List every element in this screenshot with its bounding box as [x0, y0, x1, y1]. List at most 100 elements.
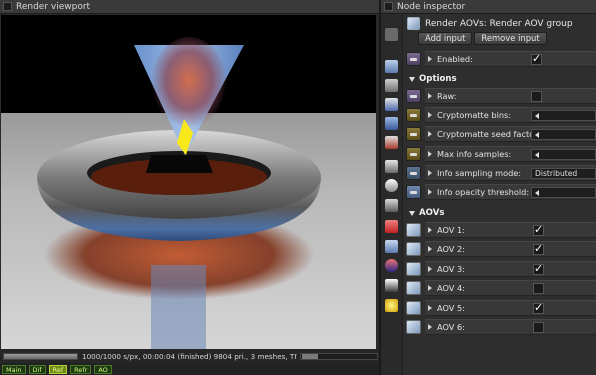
param-info-opacity-threshold[interactable]: Info opacity threshold: [425, 184, 596, 200]
expand-arrow-icon[interactable] [428, 131, 432, 137]
collapse-arrow-icon[interactable] [409, 210, 415, 216]
status-scrollbar[interactable] [300, 352, 378, 360]
int-pin-icon[interactable] [406, 108, 421, 122]
aov-row-6[interactable]: AOV 6: [425, 319, 596, 335]
bool-pin-icon[interactable] [406, 89, 421, 103]
postprocess-icon[interactable] [385, 299, 398, 312]
pass-button-ao[interactable]: AO [94, 364, 112, 374]
expand-arrow-icon[interactable] [428, 170, 432, 176]
aov-5-checkbox[interactable]: ✓ [533, 300, 544, 314]
info-sampling-mode-dropdown[interactable]: Distributed [531, 167, 596, 179]
pass-button-ref[interactable]: Ref [48, 364, 68, 374]
aov-row-4[interactable]: AOV 4: [425, 280, 596, 296]
geometry-icon[interactable] [385, 98, 398, 111]
collapse-arrow-icon[interactable] [409, 76, 415, 82]
float-pin-icon[interactable] [406, 185, 421, 199]
enabled-checkbox[interactable]: ✓ [531, 52, 542, 65]
aov-4-checkbox[interactable] [533, 282, 544, 294]
viewport-panel-toggle[interactable] [3, 2, 12, 11]
check-mark-icon: ✓ [534, 300, 544, 314]
expand-arrow-icon[interactable] [428, 305, 432, 311]
aov-6-checkbox[interactable] [533, 321, 544, 333]
max-info-samples-field[interactable] [531, 148, 596, 160]
material-icon[interactable] [385, 117, 398, 130]
aov-pin-icon[interactable] [406, 242, 421, 256]
bool-pin-icon[interactable] [406, 52, 421, 66]
transform-icon[interactable] [385, 199, 398, 212]
aov-pin-icon[interactable] [406, 281, 421, 295]
expand-arrow-icon[interactable] [428, 285, 432, 291]
info-opacity-threshold-field[interactable] [531, 186, 596, 198]
add-input-button[interactable]: Add input [418, 32, 473, 45]
options-section-header[interactable]: Options [409, 74, 457, 84]
param-enabled[interactable]: Enabled: ✓ [425, 51, 596, 67]
aov-row-3[interactable]: AOV 3: ✓ [425, 261, 596, 277]
kernel-icon[interactable] [385, 259, 398, 272]
aov-pin-icon[interactable] [406, 262, 421, 276]
spin-left-icon[interactable] [535, 189, 539, 196]
expand-arrow-icon[interactable] [428, 151, 432, 157]
int-pin-icon[interactable] [406, 147, 421, 161]
expand-arrow-icon[interactable] [428, 112, 432, 118]
float-pin-icon[interactable] [406, 127, 421, 141]
spin-left-icon[interactable] [535, 151, 539, 158]
remove-input-button[interactable]: Remove input [474, 32, 547, 45]
param-label: Info opacity threshold: [437, 187, 530, 197]
param-label: Info sampling mode: [437, 168, 522, 178]
environment-icon[interactable] [385, 220, 398, 233]
imager-icon[interactable] [385, 279, 398, 292]
aov-3-checkbox[interactable]: ✓ [533, 262, 544, 275]
clock-icon[interactable] [385, 179, 398, 192]
expand-arrow-icon[interactable] [428, 324, 432, 330]
param-cryptomatte-bins[interactable]: Cryptomatte bins: [425, 107, 596, 123]
aov-pin-icon[interactable] [406, 320, 421, 334]
image-icon[interactable] [385, 60, 398, 73]
aov-label: AOV 2: [437, 244, 465, 254]
render-target-icon[interactable] [385, 160, 398, 173]
texture-icon[interactable] [385, 136, 398, 149]
aov-2-checkbox[interactable]: ✓ [533, 242, 544, 255]
pass-button-main[interactable]: Main [2, 364, 26, 374]
pass-button-dif[interactable]: Dif [28, 364, 46, 374]
spin-left-icon[interactable] [535, 131, 539, 138]
cryptomatte-bins-field[interactable] [531, 109, 596, 121]
param-max-info-samples[interactable]: Max info samples: [425, 146, 596, 162]
node-list-icon[interactable] [385, 28, 398, 41]
aov-row-1[interactable]: AOV 1: ✓ [425, 222, 596, 238]
camera-icon[interactable] [385, 79, 398, 92]
expand-arrow-icon[interactable] [428, 246, 432, 252]
expand-arrow-icon[interactable] [428, 266, 432, 272]
node-inspector-panel: Node inspector Render AOVs: Render AOV g… [379, 0, 596, 375]
render-pass-bar: Main Dif Ref Refr AO [0, 363, 379, 375]
param-info-sampling-mode[interactable]: Info sampling mode: Distributed [425, 165, 596, 181]
raw-checkbox[interactable] [531, 90, 542, 102]
render-viewport-titlebar: Render viewport [0, 0, 379, 14]
aov-pin-icon[interactable] [406, 223, 421, 237]
aov-row-2[interactable]: AOV 2: ✓ [425, 241, 596, 257]
aov-icon[interactable] [385, 240, 398, 253]
render-image[interactable] [1, 15, 376, 349]
aov-pin-icon[interactable] [406, 301, 421, 315]
cryptomatte-seed-field[interactable] [531, 128, 596, 140]
expand-arrow-icon[interactable] [428, 227, 432, 233]
aovs-section-header[interactable]: AOVs [409, 208, 445, 218]
render-status-bar: 1000/1000 s/px, 00:00:04 (finished) 9804… [0, 349, 379, 363]
aov-row-5[interactable]: AOV 5: ✓ [425, 300, 596, 316]
param-cryptomatte-seed[interactable]: Cryptomatte seed factor: [425, 126, 596, 142]
node-title: Render AOVs: Render AOV group [425, 18, 573, 29]
expand-arrow-icon[interactable] [428, 93, 432, 99]
spin-left-icon[interactable] [535, 112, 539, 119]
expand-arrow-icon[interactable] [428, 189, 432, 195]
render-progress-bar [3, 352, 78, 360]
aov-label: AOV 1: [437, 225, 465, 235]
aov-group-icon [407, 17, 420, 30]
enum-pin-icon[interactable] [406, 166, 421, 180]
status-scroll-thumb[interactable] [302, 353, 318, 359]
aov-1-checkbox[interactable]: ✓ [533, 223, 544, 236]
inspector-panel-toggle[interactable] [384, 2, 393, 11]
pass-button-refr[interactable]: Refr [70, 364, 92, 374]
section-label: AOVs [419, 208, 445, 218]
param-raw[interactable]: Raw: [425, 88, 596, 104]
param-label: Max info samples: [437, 149, 512, 159]
expand-arrow-icon[interactable] [428, 56, 432, 62]
